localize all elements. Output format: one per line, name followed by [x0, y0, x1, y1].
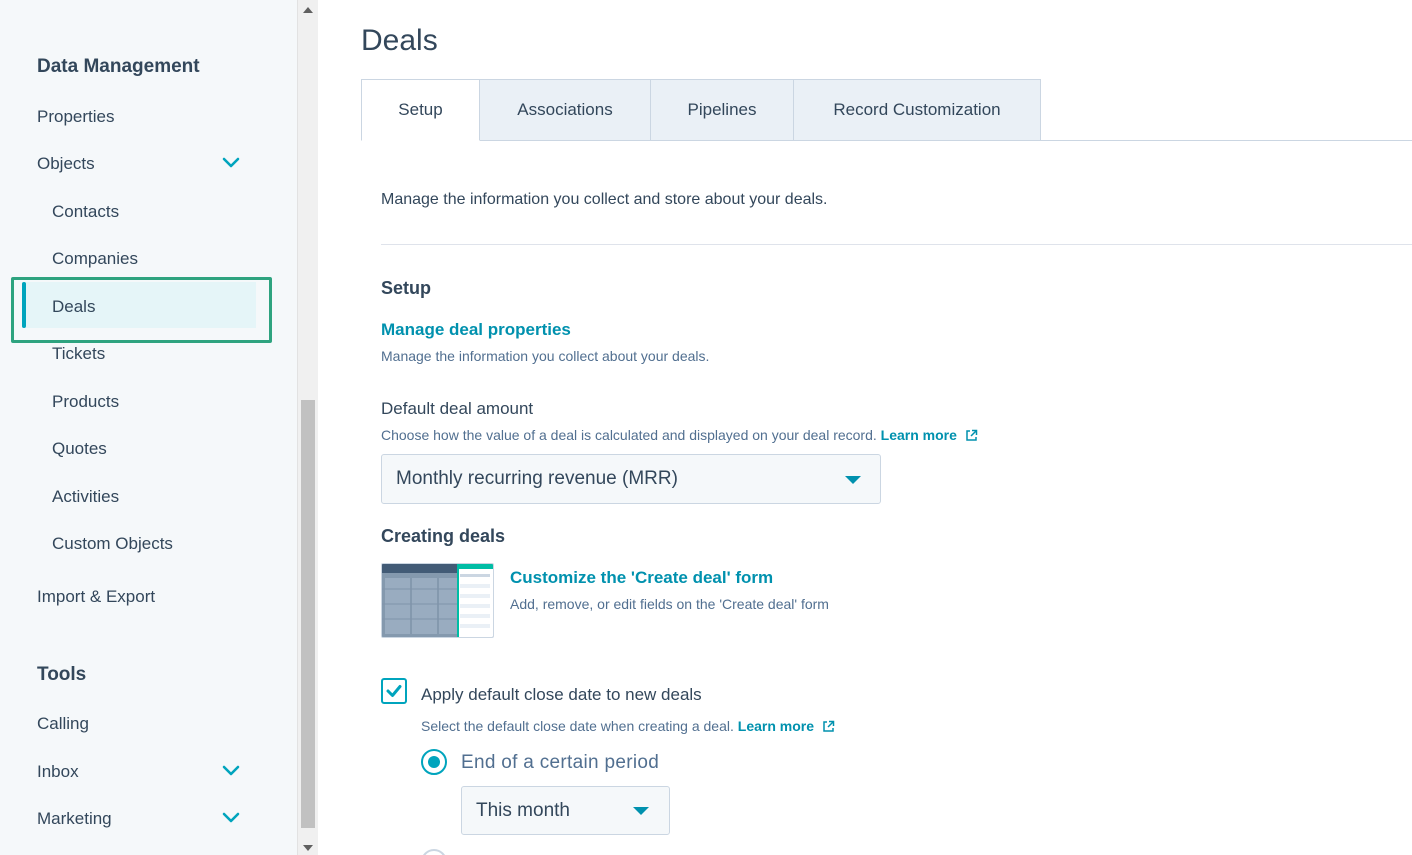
tab-setup[interactable]: Setup — [361, 79, 480, 141]
manage-deal-properties-link[interactable]: Manage deal properties — [381, 320, 571, 340]
external-link-icon[interactable] — [965, 429, 978, 442]
active-bar — [22, 282, 26, 328]
sidebar-item-properties[interactable]: Properties — [37, 107, 114, 127]
sidebar-item-inbox[interactable]: Inbox — [37, 762, 79, 782]
default-deal-amount-value: Monthly recurring revenue (MRR) — [396, 468, 678, 489]
default-deal-amount-desc: Choose how the value of a deal is calcul… — [381, 427, 978, 443]
dropdown-caret-icon — [845, 476, 861, 484]
sidebar-item-products[interactable]: Products — [52, 392, 119, 412]
customize-create-deal-form-link[interactable]: Customize the 'Create deal' form — [510, 568, 773, 588]
dropdown-caret-icon — [633, 807, 649, 815]
checkmark-icon — [386, 685, 402, 697]
end-of-period-label[interactable]: End of a certain period — [461, 752, 659, 774]
default-close-date-label[interactable]: Apply default close date to new deals — [421, 685, 702, 705]
scrollbar-thumb[interactable] — [301, 400, 315, 828]
sidebar-item-custom-objects[interactable]: Custom Objects — [52, 534, 173, 554]
period-select[interactable]: This month — [461, 786, 670, 835]
sidebar-item-companies[interactable]: Companies — [52, 249, 138, 269]
close-date-desc-text: Select the default close date when creat… — [421, 718, 734, 734]
default-close-date-desc: Select the default close date when creat… — [421, 718, 835, 734]
sidebar-heading-data-management: Data Management — [37, 56, 200, 77]
manage-deal-properties-desc: Manage the information you collect about… — [381, 348, 710, 364]
chevron-down-icon[interactable] — [222, 765, 240, 779]
default-amount-desc-text: Choose how the value of a deal is calcul… — [381, 427, 877, 443]
learn-more-link[interactable]: Learn more — [738, 718, 814, 734]
sidebar-item-contacts[interactable]: Contacts — [52, 202, 119, 222]
creating-deals-heading: Creating deals — [381, 526, 506, 546]
scroll-up-arrow-icon[interactable] — [303, 7, 313, 13]
sidebar-item-objects[interactable]: Objects — [37, 154, 95, 174]
external-link-icon[interactable] — [822, 720, 835, 733]
chevron-down-icon[interactable] — [222, 157, 240, 171]
sidebar-item-activities[interactable]: Activities — [52, 487, 119, 507]
sidebar-item-tickets[interactable]: Tickets — [52, 344, 105, 364]
sidebar-item-import-export[interactable]: Import & Export — [37, 587, 155, 607]
learn-more-link[interactable]: Learn more — [881, 427, 957, 443]
tab-associations[interactable]: Associations — [480, 79, 651, 141]
period-value: This month — [476, 800, 570, 821]
default-deal-amount-select[interactable]: Monthly recurring revenue (MRR) — [381, 454, 881, 504]
chevron-down-icon[interactable] — [222, 812, 240, 826]
sidebar-item-marketing[interactable]: Marketing — [37, 809, 112, 829]
sidebar-scrollbar[interactable] — [297, 0, 318, 855]
sidebar-item-quotes[interactable]: Quotes — [52, 439, 107, 459]
intro-text: Manage the information you collect and s… — [381, 191, 828, 208]
customize-create-deal-form-desc: Add, remove, or edit fields on the 'Crea… — [510, 596, 829, 612]
other-period-radio[interactable] — [421, 849, 447, 855]
radio-dot — [428, 756, 440, 768]
tab-record-customization[interactable]: Record Customization — [794, 79, 1041, 141]
tab-underline — [1040, 140, 1412, 141]
default-close-date-checkbox[interactable] — [381, 678, 407, 704]
create-deal-form-thumbnail — [381, 563, 494, 638]
section-divider — [381, 244, 1412, 245]
setup-heading: Setup — [381, 278, 432, 298]
default-deal-amount-label: Default deal amount — [381, 399, 534, 418]
tab-pipelines[interactable]: Pipelines — [651, 79, 794, 141]
page-title: Deals — [361, 24, 438, 57]
sidebar-heading-tools: Tools — [37, 664, 87, 685]
settings-sidebar: Data Management Properties Objects Conta… — [0, 0, 297, 855]
end-of-period-radio[interactable] — [421, 749, 447, 775]
sidebar-item-deals[interactable]: Deals — [52, 297, 95, 317]
sidebar-item-calling[interactable]: Calling — [37, 714, 89, 734]
tab-bar: Setup Associations Pipelines Record Cust… — [361, 79, 1041, 141]
scroll-down-arrow-icon[interactable] — [303, 845, 313, 851]
